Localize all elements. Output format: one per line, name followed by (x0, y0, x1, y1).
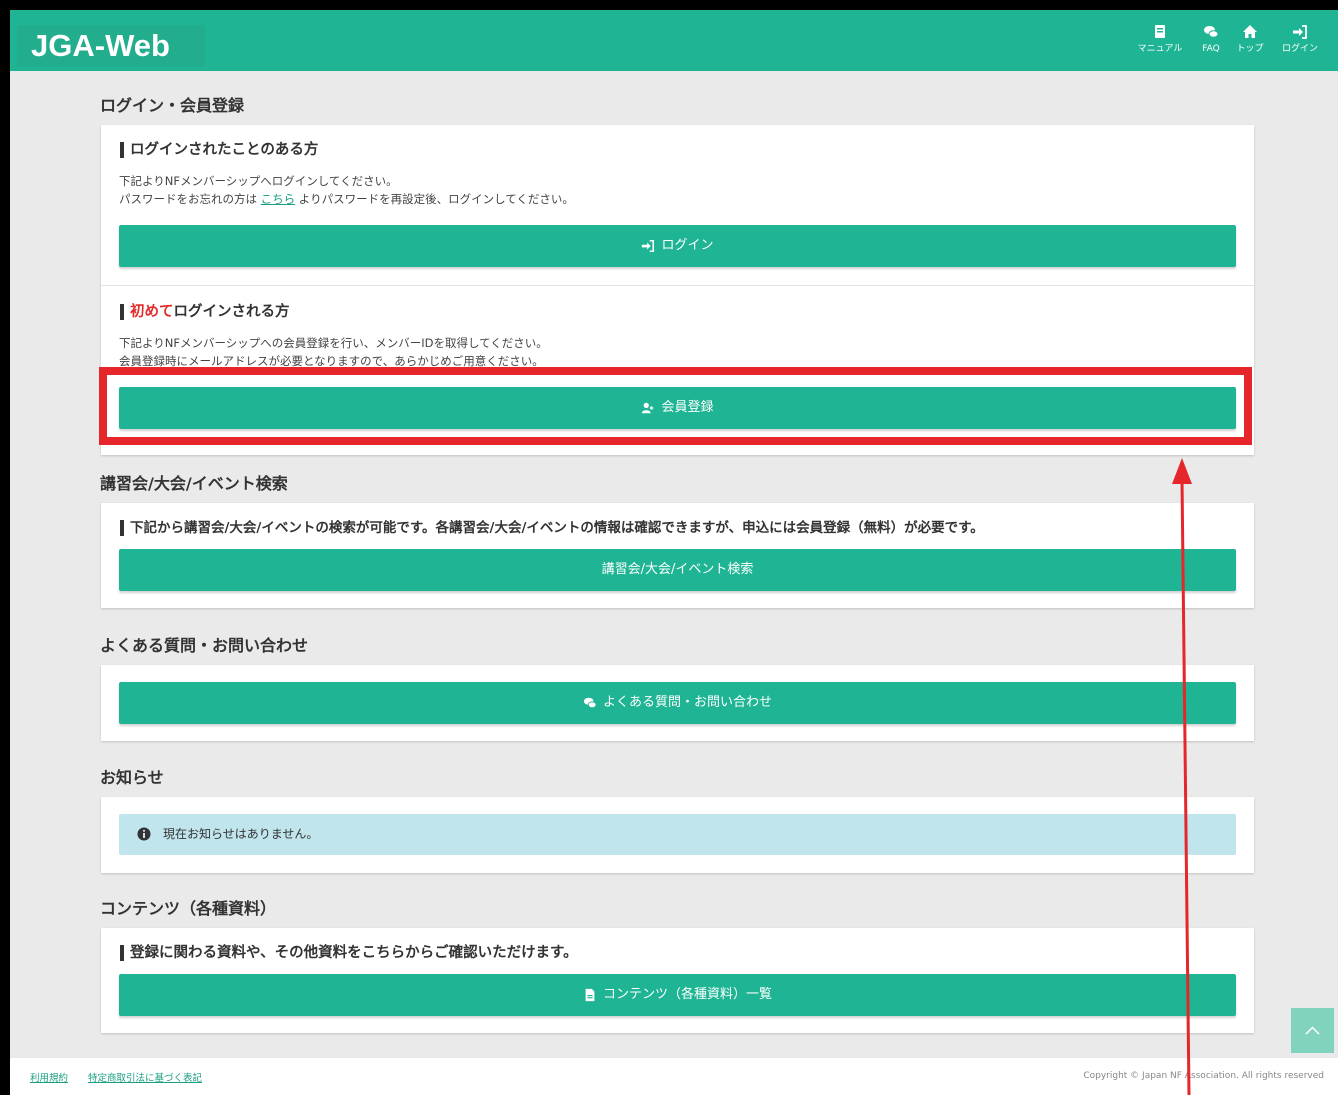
nav-faq[interactable]: FAQ (1196, 24, 1226, 55)
first-time-line1: 下記よりNFメンバーシップへの会員登録を行い、メンバーIDを取得してください。 (119, 336, 548, 350)
comments-icon (1196, 24, 1226, 44)
first-time-description: 下記よりNFメンバーシップへの会員登録を行い、メンバーIDを取得してください。 … (119, 334, 548, 370)
login-button-label: ログイン (661, 238, 714, 253)
nav-manual[interactable]: マニュアル (1134, 24, 1186, 55)
browser-page: JGA-Web マニュアル FAQ トップ ログイン ログイン・会員登録 ログイ… (10, 10, 1338, 1095)
nav-login[interactable]: ログイン (1276, 24, 1324, 55)
scroll-to-top-button[interactable] (1291, 1008, 1334, 1053)
password-reset-link[interactable]: こちら (261, 192, 296, 206)
event-search-button[interactable]: 講習会/大会/イベント検索 (119, 549, 1236, 591)
contents-card: 登録に関わる資料や、その他資料をこちらからご確認いただけます。 コンテンツ（各種… (101, 928, 1254, 1033)
faq-card: よくある質問・お問い合わせ (101, 665, 1254, 741)
search-heading: 下記から講習会/大会/イベントの検索が可能です。各講習会/大会/イベントの情報は… (120, 520, 984, 536)
faq-section-title: よくある質問・お問い合わせ (100, 636, 309, 655)
sign-in-icon (1276, 24, 1324, 44)
first-time-red-word: 初めて (130, 304, 174, 320)
nav-login-label: ログイン (1281, 44, 1318, 54)
contents-list-button-label: コンテンツ（各種資料）一覧 (602, 987, 772, 1002)
existing-line2: パスワードをお忘れの方は こちら よりパスワードを再設定後、ログインしてください… (119, 190, 574, 208)
existing-user-heading: ログインされたことのある方 (120, 142, 318, 158)
first-time-heading: 初めてログインされる方 (120, 304, 290, 320)
nav-faq-label: FAQ (1202, 44, 1220, 54)
top-header: JGA-Web マニュアル FAQ トップ ログイン (10, 10, 1338, 71)
contents-list-button[interactable]: コンテンツ（各種資料）一覧 (119, 974, 1236, 1016)
existing-line2-before: パスワードをお忘れの方は (119, 192, 261, 206)
faq-contact-button-label: よくある質問・お問い合わせ (602, 695, 772, 710)
terms-link[interactable]: 利用規約 (30, 1070, 68, 1084)
news-card: 現在お知らせはありません。 (101, 797, 1254, 873)
news-section-title: お知らせ (100, 768, 164, 787)
sign-in-icon (641, 239, 655, 253)
event-search-button-label: 講習会/大会/イベント検索 (601, 562, 754, 577)
file-icon (583, 988, 597, 1002)
book-icon (1134, 24, 1186, 44)
highlight-box (99, 367, 1252, 445)
contents-heading: 登録に関わる資料や、その他資料をこちらからご確認いただけます。 (120, 945, 578, 961)
login-button[interactable]: ログイン (119, 225, 1236, 267)
existing-user-description: 下記よりNFメンバーシップへログインしてください。 パスワードをお忘れの方は こ… (119, 172, 574, 208)
faq-contact-button[interactable]: よくある質問・お問い合わせ (119, 682, 1236, 724)
first-time-heading-rest: ログインされる方 (173, 304, 290, 320)
nav-top[interactable]: トップ (1233, 24, 1267, 55)
contents-section-title: コンテンツ（各種資料） (100, 899, 277, 918)
news-message: 現在お知らせはありません。 (163, 827, 319, 841)
info-circle-icon (137, 827, 151, 841)
login-section-title: ログイン・会員登録 (100, 96, 245, 115)
commercial-law-link[interactable]: 特定商取引法に基づく表記 (88, 1070, 202, 1084)
page-footer: 利用規約 特定商取引法に基づく表記 Copyright © Japan NF A… (10, 1058, 1338, 1095)
site-logo[interactable]: JGA-Web (17, 25, 205, 67)
card-divider (101, 285, 1254, 286)
news-info-alert: 現在お知らせはありません。 (119, 814, 1236, 855)
home-icon (1233, 24, 1267, 44)
search-section-title: 講習会/大会/イベント検索 (100, 474, 288, 493)
comments-icon (583, 696, 597, 710)
search-card: 下記から講習会/大会/イベントの検索が可能です。各講習会/大会/イベントの情報は… (101, 503, 1254, 608)
nav-manual-label: マニュアル (1137, 44, 1183, 54)
copyright-text: Copyright © Japan NF Association. All ri… (1083, 1071, 1324, 1081)
existing-line2-after: よりパスワードを再設定後、ログインしてください。 (295, 192, 574, 206)
nav-top-label: トップ (1236, 44, 1264, 54)
existing-line1: 下記よりNFメンバーシップへログインしてください。 (119, 174, 398, 188)
chevron-up-icon (1305, 1026, 1320, 1035)
